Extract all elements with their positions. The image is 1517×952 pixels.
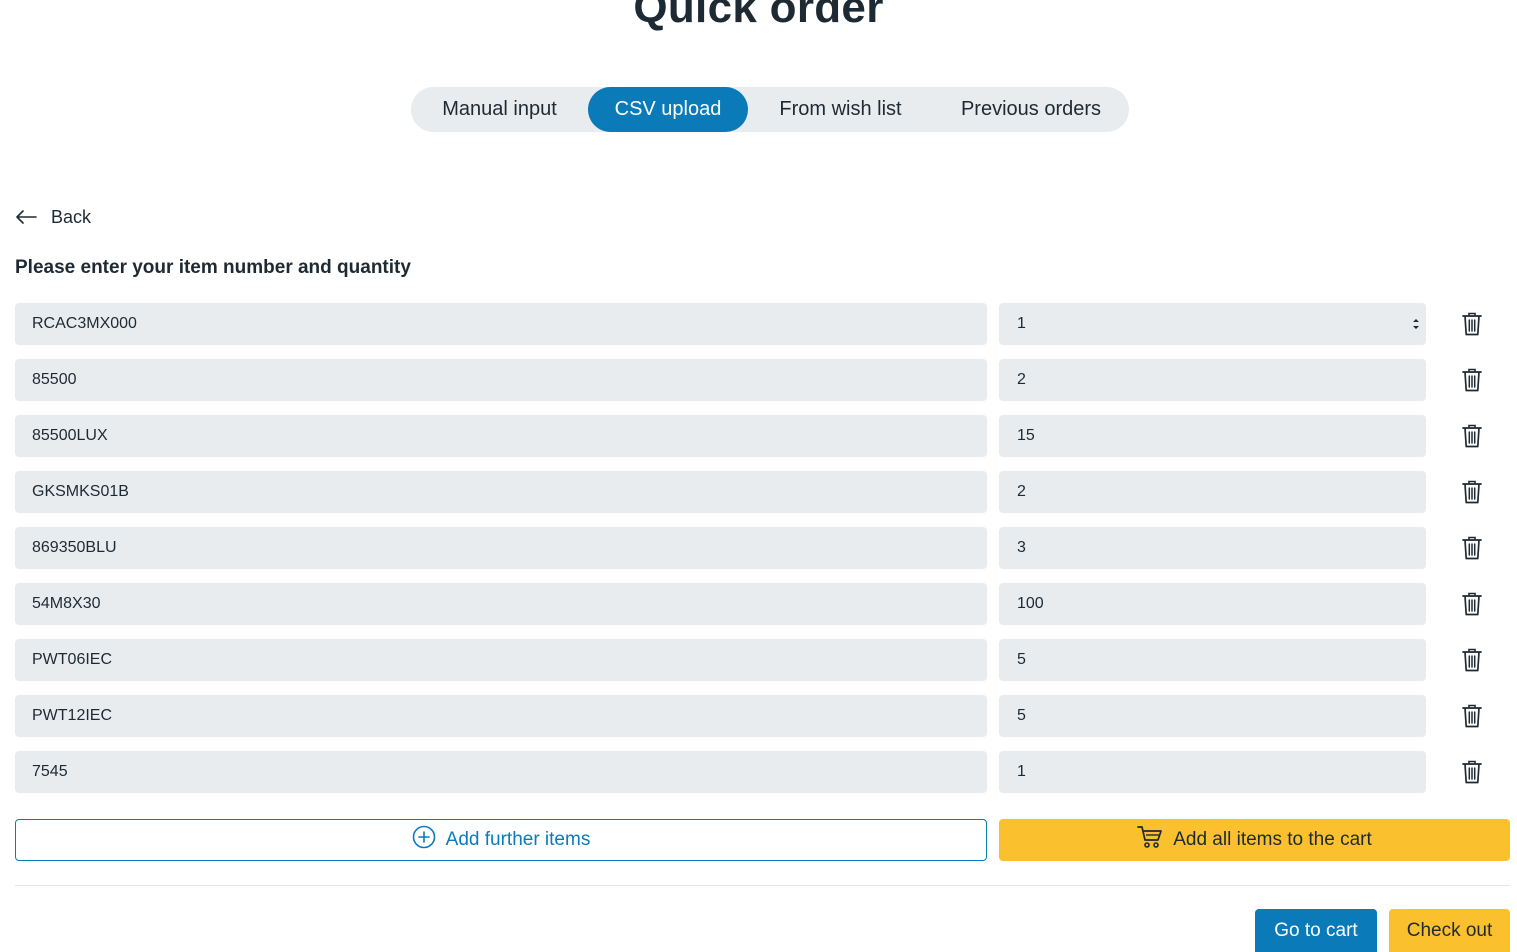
quantity-value: 3: [1017, 539, 1026, 556]
quantity-input[interactable]: 1: [999, 303, 1426, 345]
quantity-value: 100: [1017, 595, 1044, 612]
quantity-value: 5: [1017, 651, 1026, 668]
item-row: 54M8X30 100: [15, 583, 1505, 625]
item-number-input[interactable]: 7545: [15, 751, 987, 793]
quantity-input[interactable]: 5: [999, 639, 1426, 681]
item-rows: RCAC3MX000 1 85500 2 85500LUX 15 GKSMKS01B 2 869…: [15, 303, 1505, 807]
tab-previous-orders[interactable]: Previous orders: [933, 87, 1129, 132]
add-further-items-label: Add further items: [445, 829, 591, 850]
item-number-input[interactable]: 85500LUX: [15, 415, 987, 457]
back-link[interactable]: Back: [15, 203, 91, 231]
trash-icon[interactable]: [1461, 535, 1487, 563]
trash-icon[interactable]: [1461, 703, 1487, 731]
plus-circle-icon: [412, 825, 436, 855]
arrow-left-icon: [15, 210, 37, 224]
item-number-input[interactable]: PWT12IEC: [15, 695, 987, 737]
tab-csv-upload[interactable]: CSV upload: [588, 87, 748, 132]
item-number-input[interactable]: GKSMKS01B: [15, 471, 987, 513]
quantity-input[interactable]: 2: [999, 359, 1426, 401]
quantity-value: 5: [1017, 707, 1026, 724]
item-number-input[interactable]: PWT06IEC: [15, 639, 987, 681]
back-label: Back: [51, 206, 92, 227]
item-row: 7545 1: [15, 751, 1505, 793]
add-further-items-button[interactable]: Add further items: [15, 819, 987, 861]
page-title: Quick order: [633, 0, 884, 32]
go-to-cart-button[interactable]: Go to cart: [1255, 909, 1377, 952]
trash-icon[interactable]: [1461, 647, 1487, 675]
tab-from-wish-list[interactable]: From wish list: [748, 87, 933, 132]
quantity-value: 1: [1017, 763, 1026, 780]
tab-manual-input[interactable]: Manual input: [411, 87, 588, 132]
add-all-to-cart-label: Add all items to the cart: [1173, 829, 1372, 850]
item-number-input[interactable]: RCAC3MX000: [15, 303, 987, 345]
quantity-value: 15: [1017, 427, 1035, 444]
item-number-input[interactable]: 869350BLU: [15, 527, 987, 569]
trash-icon[interactable]: [1461, 367, 1487, 395]
item-number-input[interactable]: 54M8X30: [15, 583, 987, 625]
item-number-input[interactable]: 85500: [15, 359, 987, 401]
quantity-value: 2: [1017, 371, 1026, 388]
quantity-input[interactable]: 1: [999, 751, 1426, 793]
check-out-button[interactable]: Check out: [1389, 909, 1510, 952]
quantity-input[interactable]: 100: [999, 583, 1426, 625]
quantity-input[interactable]: 2: [999, 471, 1426, 513]
quantity-value: 2: [1017, 483, 1026, 500]
item-row: PWT06IEC 5: [15, 639, 1505, 681]
quantity-input[interactable]: 3: [999, 527, 1426, 569]
trash-icon[interactable]: [1461, 479, 1487, 507]
trash-icon[interactable]: [1461, 591, 1487, 619]
cart-icon: [1137, 825, 1163, 855]
item-row: RCAC3MX000 1: [15, 303, 1505, 345]
quantity-input[interactable]: 5: [999, 695, 1426, 737]
quantity-value: 1: [1017, 315, 1026, 332]
order-method-tabs: Manual input CSV upload From wish list P…: [411, 87, 1129, 132]
trash-icon[interactable]: [1461, 311, 1487, 339]
item-row: 85500 2: [15, 359, 1505, 401]
trash-icon[interactable]: [1461, 423, 1487, 451]
trash-icon[interactable]: [1461, 759, 1487, 787]
form-instruction: Please enter your item number and quanti…: [15, 257, 411, 278]
divider: [15, 885, 1510, 886]
add-all-to-cart-button[interactable]: Add all items to the cart: [999, 819, 1510, 861]
quick-order-page: Quick order Manual input CSV upload From…: [0, 0, 1517, 952]
item-row: 869350BLU 3: [15, 527, 1505, 569]
item-row: PWT12IEC 5: [15, 695, 1505, 737]
item-row: 85500LUX 15: [15, 415, 1505, 457]
quantity-stepper-icon[interactable]: [1412, 316, 1420, 332]
item-row: GKSMKS01B 2: [15, 471, 1505, 513]
quantity-input[interactable]: 15: [999, 415, 1426, 457]
